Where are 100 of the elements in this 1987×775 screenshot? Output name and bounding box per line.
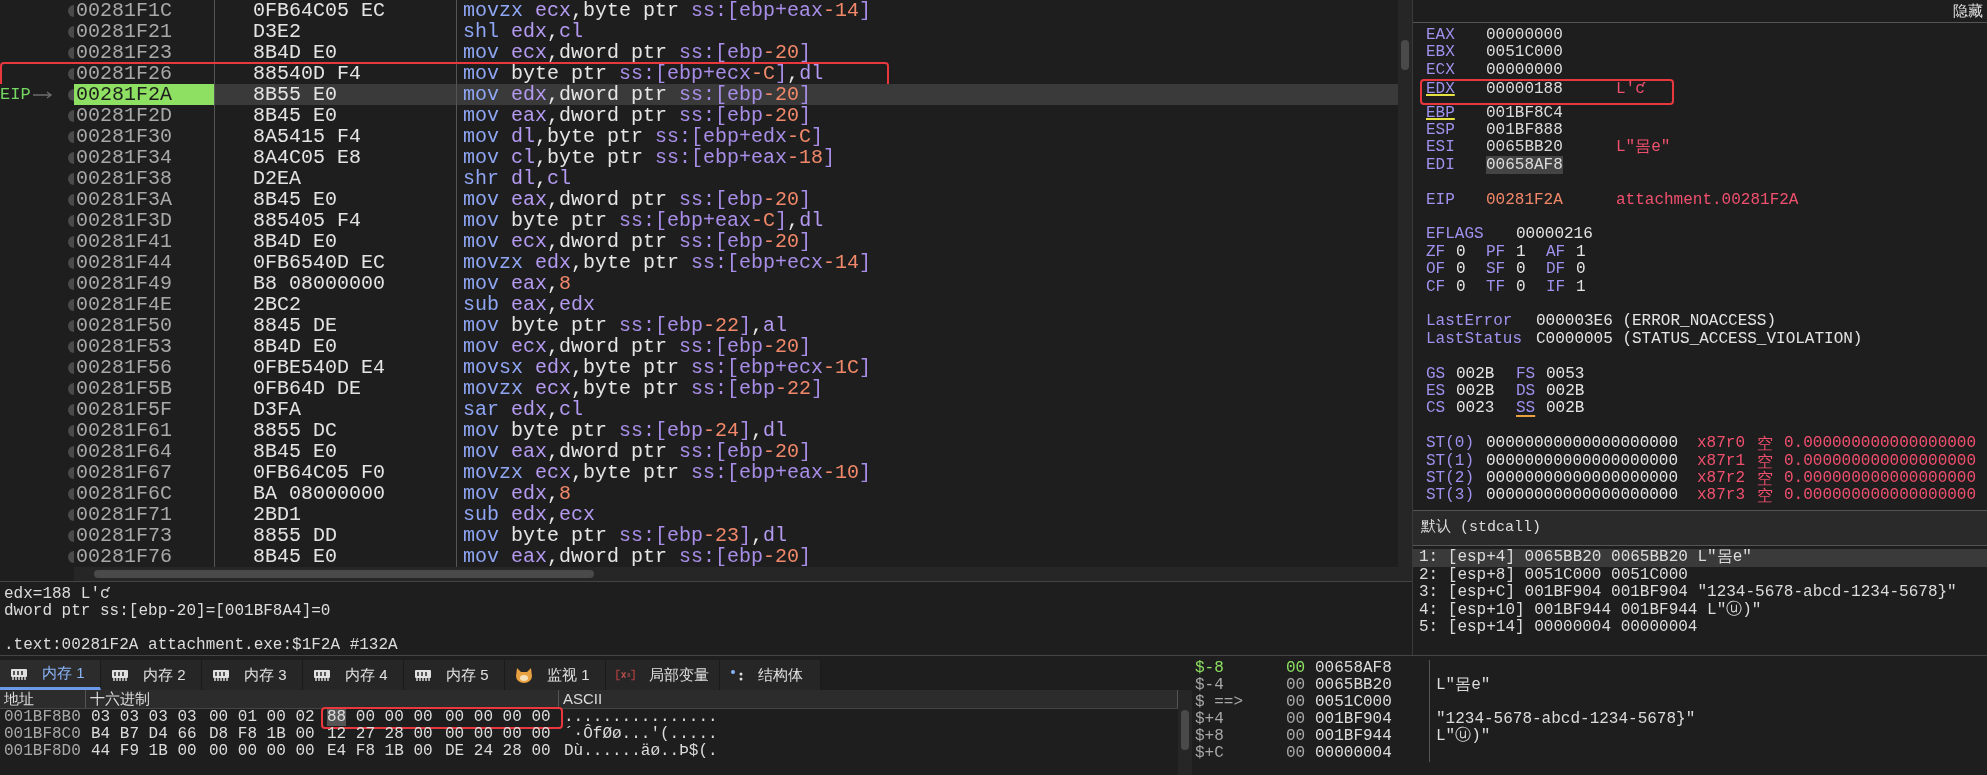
- flag-value[interactable]: 0: [1456, 261, 1486, 279]
- stack-value[interactable]: 0051C000: [1315, 694, 1430, 711]
- tab[interactable]: 局部变量: [606, 660, 720, 690]
- hex-byte[interactable]: 00: [473, 709, 493, 726]
- segment-value[interactable]: 002B: [1546, 382, 1606, 401]
- segment-value[interactable]: 002B: [1456, 365, 1516, 383]
- hex-byte[interactable]: 28: [502, 743, 522, 760]
- register-value[interactable]: 00000216: [1516, 226, 1987, 244]
- fpu-register-value[interactable]: 00000000000000000000: [1486, 487, 1697, 505]
- hex-byte[interactable]: 00: [502, 726, 522, 743]
- column-header[interactable]: 地址: [0, 690, 86, 708]
- hex-byte[interactable]: F9: [119, 743, 139, 760]
- hex-byte[interactable]: 28: [384, 726, 404, 743]
- hex-byte[interactable]: F8: [355, 743, 375, 760]
- calling-convention-header[interactable]: 默认 (stdcall): [1413, 510, 1987, 546]
- segment-value[interactable]: 0053: [1546, 365, 1606, 383]
- hex-byte[interactable]: E4: [327, 743, 347, 760]
- column-header[interactable]: 十六进制: [86, 690, 559, 708]
- hex-byte[interactable]: 00: [295, 743, 315, 760]
- stack-value[interactable]: 001BF904: [1315, 711, 1430, 728]
- hex-byte[interactable]: DE: [445, 743, 465, 760]
- hex-byte[interactable]: B4: [91, 726, 111, 743]
- hex-byte[interactable]: 12: [327, 726, 347, 743]
- segment-value[interactable]: 0023: [1456, 400, 1516, 418]
- hex-byte[interactable]: 1B: [384, 743, 404, 760]
- segment-value[interactable]: 002B: [1456, 382, 1516, 401]
- hex-byte[interactable]: 00: [531, 743, 551, 760]
- hex-byte[interactable]: 00: [413, 726, 433, 743]
- hex-byte[interactable]: 00: [445, 726, 465, 743]
- hex-byte[interactable]: 88: [327, 709, 347, 726]
- hex-byte[interactable]: D4: [148, 726, 168, 743]
- hex-byte[interactable]: 00: [266, 743, 286, 760]
- register-value[interactable]: 00658AF8: [1486, 155, 1563, 174]
- tab[interactable]: 内存 2: [101, 660, 202, 690]
- segment-value[interactable]: 002B: [1546, 400, 1606, 418]
- hex-byte[interactable]: 00: [266, 709, 286, 726]
- stack-value[interactable]: 00000004: [1315, 745, 1430, 762]
- argument-row[interactable]: 4: [esp+10] 001BF944 001BF944 L"ⓤ)": [1413, 601, 1987, 619]
- flag-value[interactable]: 1: [1576, 278, 1606, 296]
- stack-value[interactable]: 001BF944: [1315, 728, 1430, 745]
- stack-value[interactable]: 00658AF8: [1315, 660, 1430, 677]
- tab[interactable]: 内存 4: [303, 660, 404, 690]
- tab[interactable]: 内存 1: [0, 660, 101, 690]
- hex-byte[interactable]: 66: [177, 726, 197, 743]
- vertical-scrollbar[interactable]: [1178, 690, 1192, 775]
- hex-byte[interactable]: 1B: [266, 726, 286, 743]
- hex-byte[interactable]: 02: [295, 709, 315, 726]
- hex-byte[interactable]: 00: [413, 743, 433, 760]
- hex-byte[interactable]: 03: [119, 709, 139, 726]
- hex-byte[interactable]: 1B: [148, 743, 168, 760]
- hex-byte[interactable]: 03: [177, 709, 197, 726]
- hex-byte[interactable]: 27: [355, 726, 375, 743]
- hex-byte[interactable]: 00: [177, 743, 197, 760]
- register-value[interactable]: 001BF8C4: [1486, 103, 1563, 122]
- tab[interactable]: 内存 5: [404, 660, 505, 690]
- hex-byte[interactable]: 00: [445, 709, 465, 726]
- hex-byte[interactable]: 00: [355, 709, 375, 726]
- hex-byte[interactable]: 00: [209, 709, 229, 726]
- horizontal-scrollbar[interactable]: [74, 567, 1398, 581]
- flag-value[interactable]: 0: [1516, 261, 1546, 279]
- hex-byte[interactable]: 03: [91, 709, 111, 726]
- hex-byte[interactable]: 00: [502, 709, 522, 726]
- fpu-register-value[interactable]: 00000000000000000000: [1486, 452, 1697, 470]
- hex-byte[interactable]: 00: [531, 726, 551, 743]
- argument-row[interactable]: 3: [esp+C] 001BF904 001BF904 "1234-5678-abcd-1234-5678}": [1413, 584, 1987, 602]
- flag-value[interactable]: 1: [1516, 243, 1546, 262]
- hex-byte[interactable]: 00: [384, 709, 404, 726]
- flag-value[interactable]: 0: [1456, 243, 1486, 262]
- hex-byte[interactable]: D8: [209, 726, 229, 743]
- hex-byte[interactable]: 44: [91, 743, 111, 760]
- register-value[interactable]: 00000188: [1486, 80, 1563, 99]
- argument-row[interactable]: 5: [esp+14] 00000004 00000004: [1413, 619, 1987, 637]
- hex-byte[interactable]: 24: [473, 743, 493, 760]
- register-value[interactable]: 00281F2A: [1486, 190, 1563, 209]
- hex-byte[interactable]: 03: [148, 709, 168, 726]
- argument-row[interactable]: 1: [esp+4] 0065BB20 0065BB20 L"몸e": [1413, 549, 1987, 567]
- hex-byte[interactable]: B7: [119, 726, 139, 743]
- register-value[interactable]: 0051C000: [1486, 43, 1563, 62]
- flag-value[interactable]: 0: [1516, 278, 1546, 296]
- hex-byte[interactable]: 01: [237, 709, 257, 726]
- flag-value[interactable]: 0: [1576, 261, 1606, 279]
- flag-value[interactable]: 0: [1456, 278, 1486, 296]
- hex-byte[interactable]: 00: [531, 709, 551, 726]
- tab[interactable]: 内存 3: [202, 660, 303, 690]
- register-value[interactable]: 00000000: [1486, 60, 1563, 79]
- hex-byte[interactable]: 00: [413, 709, 433, 726]
- stack-value[interactable]: 0065BB20: [1315, 677, 1430, 694]
- vertical-scrollbar[interactable]: [1398, 0, 1412, 581]
- hex-byte[interactable]: 00: [209, 743, 229, 760]
- tab[interactable]: 监视 1: [505, 660, 606, 690]
- argument-row[interactable]: 2: [esp+8] 0051C000 0051C000: [1413, 566, 1987, 584]
- hex-byte[interactable]: 00: [295, 726, 315, 743]
- fpu-register-value[interactable]: 00000000000000000000: [1486, 469, 1697, 488]
- fpu-register-value[interactable]: 00000000000000000000: [1486, 435, 1697, 453]
- register-value[interactable]: 00000000: [1486, 26, 1563, 44]
- register-value[interactable]: 0065BB20: [1486, 138, 1563, 157]
- hex-byte[interactable]: F8: [237, 726, 257, 743]
- hex-byte[interactable]: 00: [237, 743, 257, 760]
- tab[interactable]: 结构体: [720, 660, 821, 690]
- hex-byte[interactable]: 00: [473, 726, 493, 743]
